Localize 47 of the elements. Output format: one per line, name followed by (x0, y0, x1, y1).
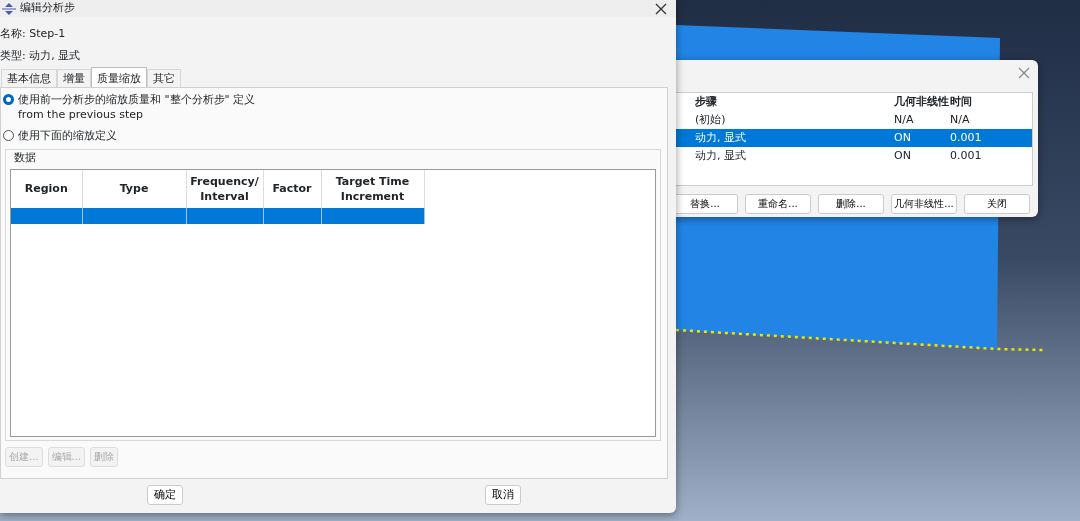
option-label: 使用下面的缩放定义 (18, 128, 117, 143)
radio-button[interactable] (3, 94, 14, 105)
group-title: 数据 (14, 150, 36, 166)
app-icon (2, 2, 16, 15)
table-cell[interactable] (82, 207, 186, 224)
column-header: Frequency/ Interval (186, 169, 263, 208)
tab[interactable]: 基本信息 (1, 69, 57, 87)
type-value: 动力, 显式 (29, 49, 81, 62)
dialog-button[interactable]: 关闭 (964, 194, 1030, 214)
table-cell: (初始) (673, 111, 894, 129)
column-header: 几何非线性 (894, 94, 950, 110)
tab[interactable]: 增量 (57, 69, 91, 87)
table-cell: 0.001 (950, 129, 1032, 147)
option-label: 使用前一分析步的缩放质量和 "整个分析步" 定义 from the previous step (18, 92, 256, 122)
name-value: Step-1 (29, 27, 66, 40)
radio-button[interactable] (3, 130, 14, 141)
column-header: Factor (263, 169, 321, 208)
table-cell[interactable] (321, 207, 424, 224)
table-cell[interactable] (186, 207, 263, 224)
step-row[interactable]: (初始) N/A N/A (673, 111, 1032, 129)
table-cell: 0.001 (950, 147, 1032, 165)
column-header: 步骤 (673, 93, 894, 111)
table-cell: 动力, 显式 (673, 147, 894, 165)
column-header: Region (11, 169, 82, 208)
column-header: Target Time Increment (321, 169, 424, 208)
table-cell: N/A (894, 111, 950, 129)
table-cell[interactable] (11, 207, 82, 224)
tab[interactable]: 其它 (147, 69, 181, 87)
column-header: Type (82, 169, 186, 208)
window-title: 编辑分析步 (20, 0, 75, 17)
step-row[interactable]: 动力, 显式 ON 0.001 (673, 147, 1032, 165)
table-cell[interactable] (263, 207, 321, 224)
type-label: 类型: (0, 49, 26, 62)
dialog-button[interactable]: 删除... (818, 194, 884, 214)
table-cell: 动力, 显式 (673, 129, 894, 147)
table-cell: ON (894, 147, 950, 165)
dialog-button[interactable]: 重命名... (745, 194, 811, 214)
column-header: 时间 (950, 94, 973, 110)
cancel-button[interactable]: 取消 (485, 485, 521, 505)
table-cell: ON (894, 129, 950, 147)
step-row[interactable]: 动力, 显式 ON 0.001 (673, 129, 1032, 147)
tab[interactable]: 质量缩放 (91, 67, 147, 87)
table-cell: N/A (950, 111, 1032, 129)
close-icon[interactable] (654, 1, 668, 16)
name-label: 名称: (0, 27, 26, 40)
dialog-button[interactable]: 几何非线性... (891, 194, 957, 214)
ok-button[interactable]: 确定 (147, 485, 183, 505)
